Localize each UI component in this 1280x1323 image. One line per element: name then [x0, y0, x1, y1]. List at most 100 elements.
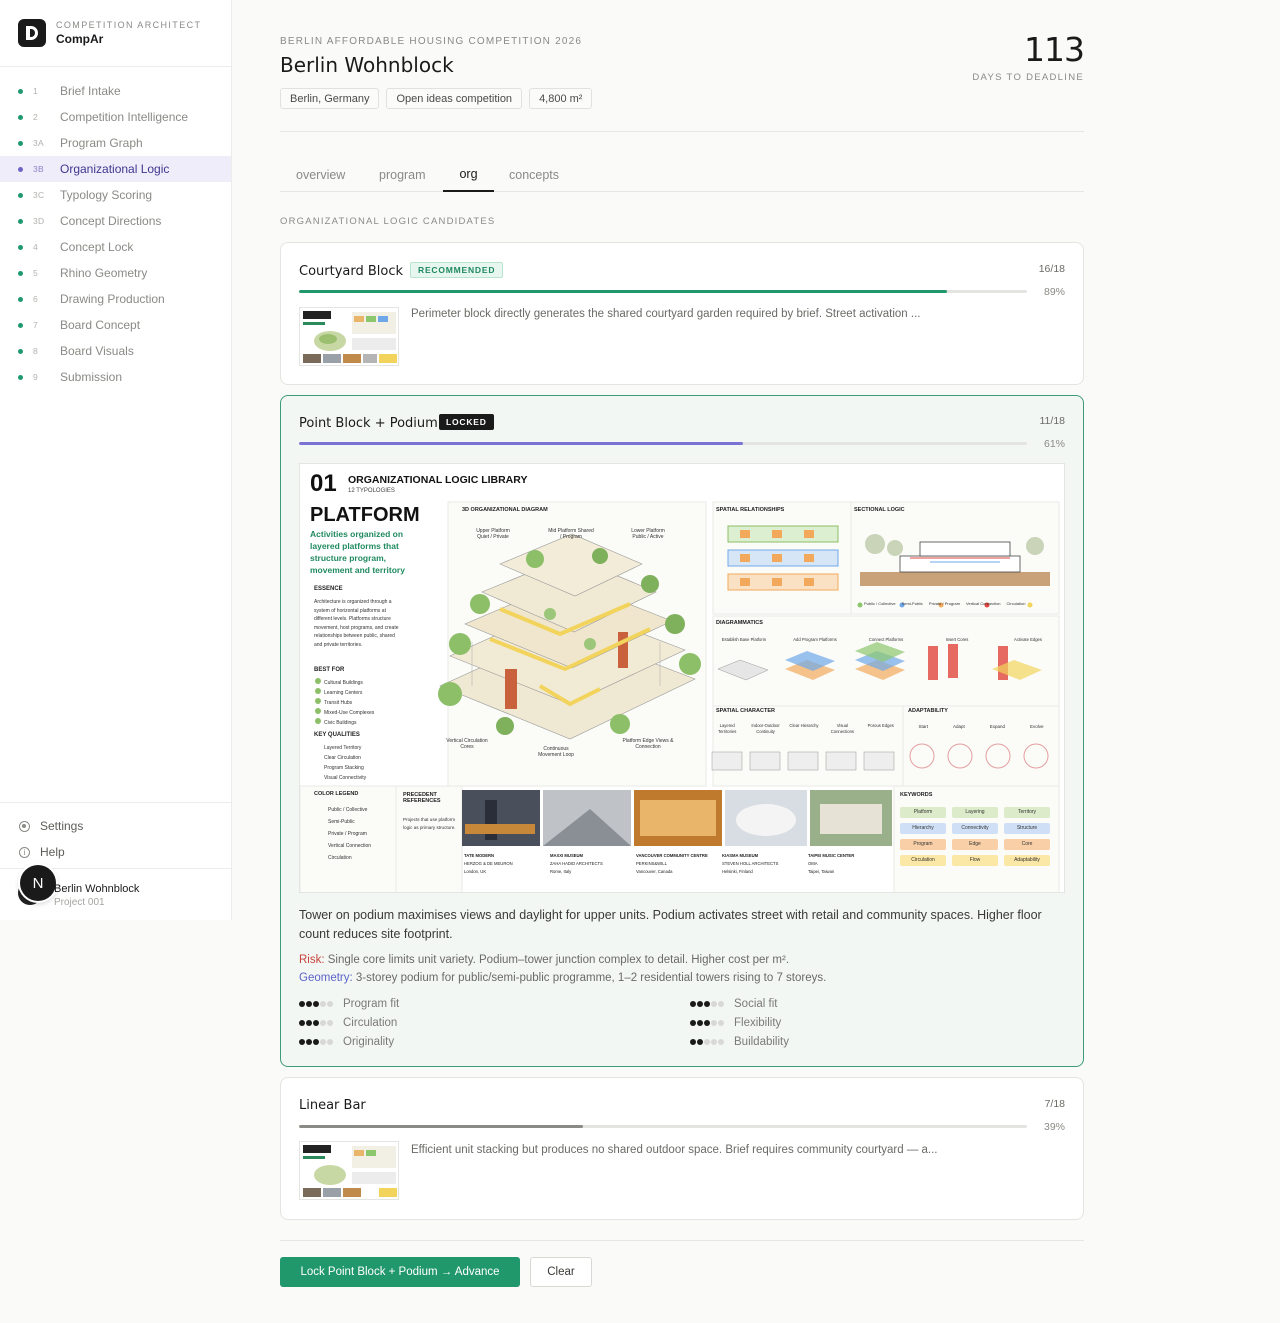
- board-adaptability-title: ADAPTABILITY: [908, 708, 948, 714]
- sidebar-item-label: Submission: [60, 370, 123, 384]
- status-dot-icon: [18, 323, 23, 328]
- sidebar-item-organizational-logic[interactable]: 3B Organizational Logic: [0, 156, 231, 182]
- precedent-item: TAIPEI MUSIC CENTER OMA Taipei, Taiwan: [808, 852, 894, 876]
- user-avatar[interactable]: N: [20, 865, 56, 901]
- candidate-card-point-block-podium[interactable]: Point Block + Podium LOCKED 11/18 61% 01…: [280, 395, 1084, 1067]
- project-switcher[interactable]: N Berlin Wohnblock Project 001: [0, 865, 231, 920]
- locked-badge: LOCKED: [439, 414, 494, 430]
- sidebar-item-board-visuals[interactable]: 8 Board Visuals: [0, 338, 231, 364]
- tab-concepts[interactable]: concepts: [509, 158, 559, 192]
- step-number: 3D: [33, 216, 45, 226]
- settings-link[interactable]: Settings: [0, 813, 231, 839]
- precedent-item: MAXXI MUSEUM ZAHA HADID ARCHITECTS Rome, I…: [550, 852, 636, 876]
- diagram-label-edge: Platform Edge Views & Connection: [622, 738, 674, 750]
- keyword-chip: Layering: [952, 807, 998, 818]
- keywords-list: Platform Layering Territory Hierarchy Connec…: [900, 807, 1052, 866]
- sidebar-item-label: Board Concept: [60, 318, 141, 332]
- tab-org[interactable]: org: [443, 158, 494, 192]
- candidate-percent: 61%: [1043, 438, 1065, 450]
- help-link[interactable]: i Help: [0, 839, 231, 865]
- board-key-qualities-list: Layered Territory Clear Circulation Progra…: [324, 743, 366, 783]
- step-number: 5: [33, 268, 39, 278]
- board-subheading: 12 TYPOLOGIES: [348, 488, 395, 494]
- brand[interactable]: COMPETITION ARCHITECT CompAr: [0, 0, 231, 67]
- status-dot-icon: [18, 193, 23, 198]
- sidebar-item-concept-lock[interactable]: 4 Concept Lock: [0, 234, 231, 260]
- adaptability-item: Evolve: [1029, 724, 1044, 729]
- lock-and-advance-button[interactable]: Lock Point Block + Podium → Advance: [280, 1257, 520, 1287]
- rating-dots: [690, 1039, 724, 1045]
- candidate-card-courtyard-block[interactable]: Courtyard Block RECOMMENDED 16/18 89% Pe…: [280, 242, 1084, 385]
- sidebar-item-label: Board Visuals: [60, 344, 134, 358]
- chip-area: 4,800 m²: [529, 88, 593, 109]
- help-label: Help: [40, 845, 65, 859]
- divider: [280, 131, 1084, 132]
- status-dot-icon: [18, 271, 23, 276]
- status-dot-icon: [18, 349, 23, 354]
- candidate-thumbnail[interactable]: [299, 1141, 399, 1200]
- board-precedent-title: PRECEDENT REFERENCES: [403, 792, 441, 804]
- precedent-name: TATE MODERN: [464, 853, 495, 858]
- metric-flexibility: Flexibility: [690, 1015, 781, 1031]
- sidebar-item-typology-scoring[interactable]: 3C Typology Scoring: [0, 182, 231, 208]
- typology-board-image[interactable]: 01 ORGANIZATIONAL LOGIC LIBRARY 12 TYPOL…: [299, 463, 1065, 893]
- keyword-chip: Program: [900, 839, 946, 850]
- diagrammatics-step: Connect Platforms: [868, 637, 904, 642]
- sidebar-item-concept-directions[interactable]: 3D Concept Directions: [0, 208, 231, 234]
- color-legend-item: Private / Program: [328, 831, 367, 837]
- sidebar-nav: 1 Brief Intake 2 Competition Intelligence 3A…: [0, 67, 231, 390]
- key-quality-item: Program Stacking: [324, 765, 364, 771]
- tab-bar: overview program org concepts: [280, 158, 1084, 192]
- project-chips: Berlin, Germany Open ideas competition 4…: [280, 88, 593, 109]
- sidebar-item-competition-intelligence[interactable]: 2 Competition Intelligence: [0, 104, 231, 130]
- board-color-legend-title: COLOR LEGEND: [314, 791, 359, 797]
- sidebar-item-submission[interactable]: 9 Submission: [0, 364, 231, 390]
- clear-button[interactable]: Clear: [530, 1257, 592, 1287]
- rating-dots: [299, 1001, 333, 1007]
- sidebar-item-label: Typology Scoring: [60, 188, 153, 202]
- keyword-chip: Connectivity: [952, 823, 998, 834]
- keyword-chip: Platform: [900, 807, 946, 818]
- sidebar-item-brief-intake[interactable]: 1 Brief Intake: [0, 78, 231, 104]
- tab-overview[interactable]: overview: [296, 158, 345, 192]
- settings-label: Settings: [40, 819, 84, 833]
- metric-label: Originality: [343, 1036, 395, 1048]
- sidebar-item-board-concept[interactable]: 7 Board Concept: [0, 312, 231, 338]
- adaptability-item: Adapt: [952, 724, 965, 729]
- candidate-card-linear-bar[interactable]: Linear Bar 7/18 39% Efficient unit stack…: [280, 1077, 1084, 1220]
- metric-social-fit: Social fit: [690, 996, 777, 1012]
- section-legend-item: Private / Program: [928, 601, 961, 606]
- status-dot-icon: [18, 219, 23, 224]
- tab-program[interactable]: program: [379, 158, 426, 192]
- sidebar-item-label: Organizational Logic: [60, 162, 170, 176]
- sidebar-item-label: Drawing Production: [60, 292, 165, 306]
- risk-label: Risk:: [299, 954, 325, 966]
- precedent-place: London, UK: [464, 869, 487, 874]
- step-number: 8: [33, 346, 39, 356]
- sidebar-item-rhino-geometry[interactable]: 5 Rhino Geometry: [0, 260, 231, 286]
- brand-name: CompAr: [56, 32, 104, 46]
- metric-originality: Originality: [299, 1034, 394, 1050]
- best-for-item: Civic Buildings: [324, 720, 357, 726]
- sidebar-item-drawing-production[interactable]: 6 Drawing Production: [0, 286, 231, 312]
- risk-line: Risk: Single core limits unit variety. P…: [299, 954, 789, 966]
- rating-dots: [299, 1020, 333, 1026]
- keyword-chip: Core: [1004, 839, 1050, 850]
- precedent-list: TATE MODERN HERZOG & DE MEURON London, UK M…: [464, 852, 894, 876]
- keyword-chip: Circulation: [900, 855, 946, 866]
- board-typology-name: PLATFORM: [310, 504, 420, 526]
- chip-location: Berlin, Germany: [280, 88, 380, 109]
- candidate-thumbnail[interactable]: [299, 307, 399, 366]
- precedent-item: KIASMA MUSEUM STEVEN HOLL ARCHITECTS Helsi…: [722, 852, 808, 876]
- best-for-item: Learning Centers: [324, 690, 363, 696]
- step-number: 3A: [33, 138, 44, 148]
- sidebar-item-program-graph[interactable]: 3A Program Graph: [0, 130, 231, 156]
- step-number: 4: [33, 242, 39, 252]
- diagram-label-loop: Continuous Movement Loop: [538, 746, 574, 758]
- color-legend-item: Circulation: [328, 855, 352, 861]
- keyword-chip: Adaptability: [1004, 855, 1050, 866]
- precedent-place: Rome, Italy: [550, 869, 572, 874]
- competition-name: BERLIN AFFORDABLE HOUSING COMPETITION 20…: [280, 36, 583, 47]
- metric-label: Social fit: [734, 998, 778, 1010]
- board-key-qualities-title: KEY QUALITIES: [314, 732, 360, 738]
